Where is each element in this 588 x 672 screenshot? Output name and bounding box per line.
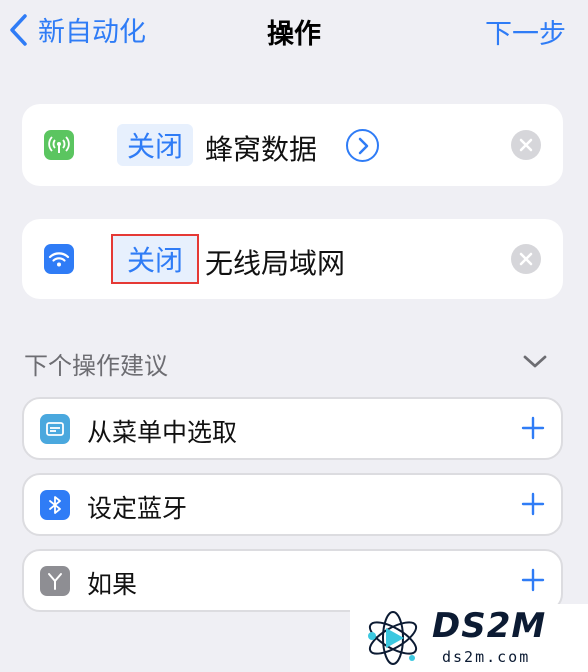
branch-icon (40, 566, 70, 596)
suggestion-label: 从菜单中选取 (87, 418, 238, 447)
action-card-cellular[interactable]: 关闭 蜂窝数据 (22, 104, 563, 186)
add-icon[interactable] (521, 492, 545, 516)
wifi-icon (44, 244, 74, 274)
suggestion-label: 如果 (87, 570, 138, 599)
next-button[interactable]: 下一步 (485, 12, 566, 51)
remove-action-button[interactable] (511, 130, 541, 160)
atom-logo-icon (368, 611, 418, 665)
watermark-url: ds2m.com (442, 648, 531, 666)
action-card-wifi[interactable]: 关闭 无线局域网 (22, 219, 563, 299)
close-icon (519, 138, 533, 152)
toggle-parameter-token[interactable]: 关闭 (111, 234, 200, 284)
add-icon[interactable] (521, 416, 545, 440)
toggle-parameter-token[interactable]: 关闭 (117, 124, 194, 166)
suggestion-if[interactable]: 如果 (22, 549, 563, 612)
suggestion-choose-from-menu[interactable]: 从菜单中选取 (22, 397, 563, 460)
chevron-right-icon (358, 137, 368, 154)
expand-action-button[interactable] (346, 129, 379, 162)
watermark: DS2M ds2m.com (350, 604, 588, 672)
action-label: 无线局域网 (205, 247, 346, 280)
chevron-down-icon[interactable] (522, 350, 548, 372)
bluetooth-icon (40, 490, 70, 520)
navigation-bar: 新自动化 操作 下一步 (0, 0, 588, 64)
menu-icon (40, 414, 70, 444)
suggestions-header: 下个操作建议 (24, 352, 168, 380)
add-icon[interactable] (521, 568, 545, 592)
remove-action-button[interactable] (511, 244, 541, 274)
watermark-brand: DS2M (432, 606, 547, 646)
close-icon (519, 252, 533, 266)
cellular-icon (44, 130, 74, 160)
suggestion-set-bluetooth[interactable]: 设定蓝牙 (22, 473, 563, 536)
suggestion-label: 设定蓝牙 (87, 494, 188, 523)
action-label: 蜂窝数据 (205, 133, 318, 166)
